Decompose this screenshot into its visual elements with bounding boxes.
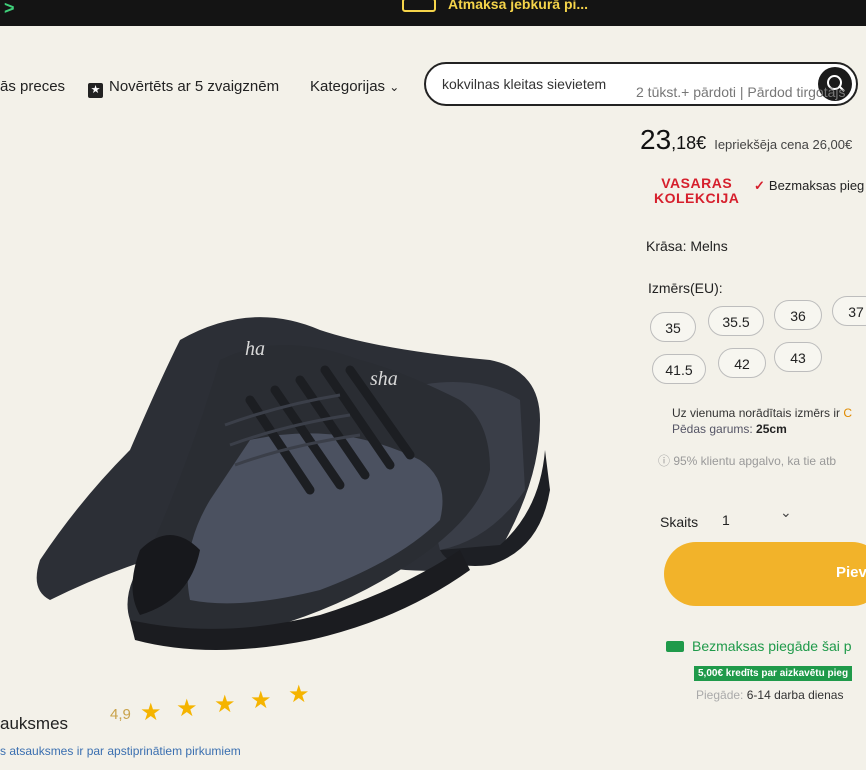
- brand-logo: sha: [370, 368, 398, 390]
- price-decimal: ,18€: [671, 133, 707, 153]
- summer-collection-badge: VASARAS KOLEKCIJA: [654, 176, 739, 206]
- product-info-panel: 2 tūkst.+ pārdoti | Pārdod tirgotājs 23,…: [636, 80, 866, 770]
- badge-line-2: KOLEKCIJA: [654, 190, 740, 206]
- size-option-37[interactable]: 37: [832, 296, 866, 326]
- nav-item-top-rated-label: Novērtēts ar 5 zvaigznēm: [109, 78, 280, 95]
- truck-icon: [402, 0, 436, 13]
- badge-line-1: VASARAS: [661, 175, 733, 191]
- nav-item-preces[interactable]: ās preces: [0, 78, 65, 95]
- product-image-dance-sneakers[interactable]: sha ha: [20, 220, 560, 660]
- nav-item-categories[interactable]: Kategorijas ⌄: [310, 78, 399, 95]
- add-to-cart-button[interactable]: Piev: [664, 542, 866, 606]
- size-option-43[interactable]: 43: [774, 342, 822, 372]
- size-option-41-5[interactable]: 41.5: [652, 354, 706, 384]
- foot-length-label: Pēdas garums:: [672, 422, 757, 436]
- color-label: Krāsa: Melns: [646, 238, 728, 254]
- star-icon: ★: [214, 691, 236, 718]
- chevron-down-icon: ⌄: [389, 80, 400, 94]
- rating-value: 4,9: [110, 706, 131, 723]
- delivery-time: Piegāde: 6-14 darba dienas: [696, 688, 843, 702]
- quantity-label: Skaits: [660, 514, 699, 530]
- delivery-value: 6-14 darba dienas: [746, 688, 844, 702]
- size-option-36[interactable]: 36: [774, 300, 822, 330]
- free-shipping-label: ✓ Bezmaksas pieg: [754, 178, 864, 194]
- price: 23,18€ Iepriekšēja cena 26,00€: [640, 124, 852, 156]
- foot-length-value: 25cm: [756, 422, 787, 436]
- brand-logo-back: ha: [245, 338, 265, 360]
- size-option-35[interactable]: 35: [650, 312, 696, 342]
- promo-text: Atmaksa jebkurā pi...: [402, 0, 589, 13]
- check-icon: ✓: [754, 178, 765, 193]
- top-promo-bar[interactable]: > Atmaksa jebkurā pi...: [0, 0, 866, 26]
- star-icon: ★: [176, 695, 198, 722]
- add-to-cart-label: Piev: [836, 564, 866, 581]
- shipping-text: Bezmaksas piegāde šai p: [692, 638, 852, 654]
- delivery-label: Piegāde:: [696, 688, 747, 702]
- quantity-select[interactable]: 1: [722, 512, 730, 528]
- size-label: Izmērs(EU):: [648, 280, 723, 296]
- star-icon: ★: [250, 687, 272, 714]
- truck-icon: [666, 641, 684, 652]
- reviews-subtitle: s atsauksmes ir par apstiprinātiem pirku…: [0, 744, 241, 758]
- chevron-down-icon[interactable]: ⌄: [780, 504, 792, 521]
- size-chart-link[interactable]: C: [843, 406, 852, 420]
- price-integer: 23: [640, 124, 672, 155]
- size-option-35-5[interactable]: 35.5: [708, 306, 764, 336]
- late-delivery-credit-badge: 5,00€ kredīts par aizkavētu pieg: [694, 666, 853, 681]
- size-note-text: Uz vienuma norādītais izmērs ir: [672, 406, 844, 420]
- reviews-title: auksmes: [0, 714, 69, 733]
- free-shipping-info[interactable]: Bezmaksas piegāde šai p: [666, 638, 852, 654]
- old-price: Iepriekšēja cena 26,00€: [714, 137, 853, 152]
- foot-length: Pēdas garums: 25cm: [672, 422, 787, 436]
- chevron-right-icon[interactable]: >: [4, 0, 15, 19]
- star-icon: ★: [88, 83, 103, 98]
- nav-item-top-rated[interactable]: ★ Novērtēts ar 5 zvaigznēm: [88, 78, 279, 98]
- promo-label: Atmaksa jebkurā pi...: [448, 0, 589, 12]
- star-icon: ★: [288, 681, 310, 708]
- categories-label: Kategorijas: [310, 78, 386, 95]
- trust-note: ⓘ 95% klientu apgalvo, ka tie atb: [658, 454, 837, 468]
- sold-info[interactable]: 2 tūkst.+ pārdoti | Pārdod tirgotājs: [636, 84, 845, 100]
- star-icon: ★: [140, 699, 162, 726]
- size-option-42[interactable]: 42: [718, 348, 766, 378]
- size-note: Uz vienuma norādītais izmērs ir C: [672, 406, 852, 420]
- free-shipping-text: Bezmaksas pieg: [768, 178, 865, 193]
- search-input[interactable]: kokvilnas kleitas sievietem: [442, 76, 606, 92]
- product-gallery[interactable]: sha ha: [0, 100, 630, 700]
